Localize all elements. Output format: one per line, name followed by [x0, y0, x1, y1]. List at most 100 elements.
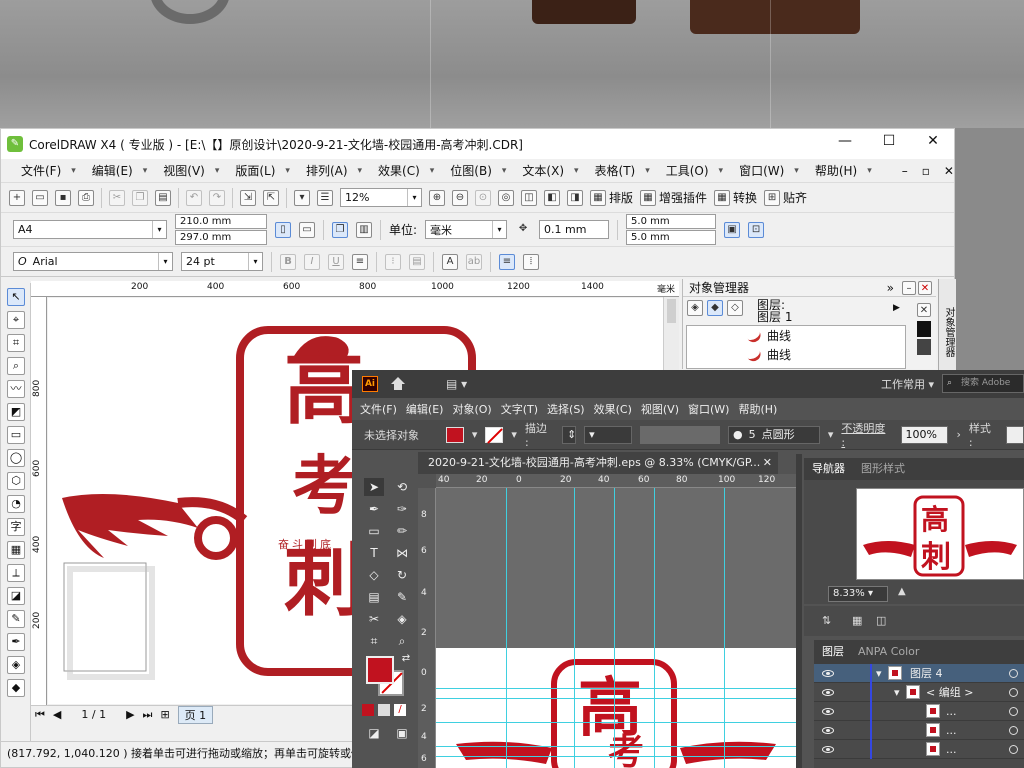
drop-cap-icon[interactable]: ▤ [409, 253, 425, 270]
black-swatch[interactable] [917, 321, 931, 337]
app-launcher-icon[interactable]: ▾ [294, 189, 310, 206]
arrange-documents-icon[interactable]: ▤ ▾ [446, 377, 467, 391]
font-family-select[interactable]: O Arial ▾ [13, 252, 173, 271]
zoom-width-icon[interactable]: ◧ [544, 189, 560, 206]
bullet-list-icon[interactable]: ⁝ [385, 253, 401, 270]
all-pages-icon[interactable]: ❐ [332, 221, 348, 238]
page-height-field[interactable]: 297.0 mm [175, 230, 267, 245]
first-page-icon[interactable]: ⏮ [35, 708, 45, 722]
current-page-icon[interactable]: ▥ [356, 221, 372, 238]
underline-icon[interactable]: U [328, 253, 344, 270]
blend-tool-icon[interactable]: ✂ [364, 610, 384, 628]
unit-select[interactable]: 毫米 ▾ [425, 220, 508, 239]
gradient-mode-icon[interactable] [378, 704, 390, 716]
treat-as-filled-icon[interactable]: ▣ [724, 221, 741, 238]
paste-icon[interactable]: ▤ [155, 189, 171, 206]
panel-icon[interactable]: ▦ [852, 614, 862, 627]
open-icon[interactable]: ▭ [32, 189, 48, 206]
rotate-tool-icon[interactable]: ↻ [392, 566, 412, 584]
menu-edit[interactable]: 编辑(E) [406, 401, 444, 417]
close-button[interactable]: ✕ [911, 133, 955, 149]
zoom-selected-icon[interactable]: ⊙ [475, 189, 491, 206]
ellipse-tool-icon[interactable]: ◯ [7, 449, 25, 467]
navigator-zoom-field[interactable]: 8.33% ▾ [828, 586, 888, 602]
menu-view[interactable]: 视图(V) [159, 162, 209, 179]
chevron-down-icon[interactable]: ▾ [492, 221, 506, 238]
landscape-icon[interactable]: ▭ [299, 221, 315, 238]
doc-close-icon[interactable]: ✕ [944, 164, 954, 178]
menu-window[interactable]: 窗口(W) [688, 401, 729, 417]
shape-builder-icon[interactable]: ◈ [392, 610, 412, 628]
page-size-select[interactable]: A4 ▾ [13, 220, 167, 239]
character-format-icon[interactable]: A [442, 253, 458, 270]
welcome-screen-icon[interactable]: ☰ [317, 189, 333, 206]
paintbrush-tool-icon[interactable]: ✏ [392, 522, 412, 540]
smart-fill-icon[interactable]: ◩ [7, 403, 25, 421]
add-page-icon[interactable]: ⊞ [160, 708, 169, 721]
opacity-label[interactable]: 不透明度 : [841, 420, 892, 449]
collapse-icon[interactable]: » [887, 281, 894, 295]
stroke-weight-field[interactable]: ▾ [584, 425, 633, 444]
reflect-tool-icon[interactable]: ⋈ [392, 544, 412, 562]
edit-text-icon[interactable]: ab [466, 253, 482, 270]
layer-row[interactable]: ▾ < 编组 > [814, 683, 1024, 702]
menu-object[interactable]: 对象(O) [452, 401, 491, 417]
copy-icon[interactable]: ❐ [132, 189, 148, 206]
chevron-down-icon[interactable]: ▾ [152, 221, 166, 238]
snap-button[interactable]: ⊞ 贴齐 [764, 189, 807, 206]
menu-bitmaps[interactable]: 位图(B) [446, 162, 496, 179]
layout-button[interactable]: ▦ 排版 [590, 189, 633, 206]
minimize-button[interactable]: — [823, 133, 867, 149]
gradient-tool-icon[interactable]: ▤ [364, 588, 384, 606]
maximize-button[interactable]: ☐ [867, 133, 911, 149]
show-properties-icon[interactable]: ◈ [687, 300, 703, 316]
list-item[interactable]: 曲线 [687, 345, 905, 364]
duplicate-x-field[interactable]: 5.0 mm [626, 214, 717, 229]
swap-colors-icon[interactable]: ⇄ [396, 650, 416, 668]
zoom-all-icon[interactable]: ◎ [498, 189, 514, 206]
plugin-button[interactable]: ▦ 增强插件 [640, 189, 707, 206]
menu-select[interactable]: 选择(S) [547, 401, 585, 417]
font-size-select[interactable]: 24 pt ▾ [181, 252, 263, 271]
variable-width-profile[interactable] [640, 425, 720, 444]
zoom-in-icon[interactable]: ⊕ [429, 189, 445, 206]
doc-restore-icon[interactable]: ▫ [922, 164, 930, 178]
panel-close-icon[interactable]: ✕ [918, 280, 932, 295]
menu-type[interactable]: 文字(T) [501, 401, 538, 417]
no-fill-swatch[interactable]: ✕ [917, 303, 931, 317]
page-width-field[interactable]: 210.0 mm [175, 214, 267, 229]
chevron-down-icon[interactable]: ▾ [407, 189, 421, 206]
crop-tool-icon[interactable]: ⌗ [7, 334, 25, 352]
draw-mode-icon[interactable]: ◪ [364, 724, 384, 742]
outline-tool-icon[interactable]: ✒ [7, 633, 25, 651]
menu-table[interactable]: 表格(T) [591, 162, 640, 179]
close-tab-icon[interactable]: ✕ [763, 452, 772, 474]
text-tool-icon[interactable]: 字 [7, 518, 25, 536]
target-circle-icon[interactable] [1009, 688, 1018, 697]
interactive-fill-icon[interactable]: ◆ [7, 679, 25, 697]
menu-help[interactable]: 帮助(H) [738, 401, 777, 417]
menu-file[interactable]: 文件(F) [17, 162, 65, 179]
fill-tool-icon[interactable]: ◈ [7, 656, 25, 674]
last-page-icon[interactable]: ⏭ [143, 708, 153, 722]
menu-help[interactable]: 帮助(H) [811, 162, 861, 179]
undo-icon[interactable]: ↶ [186, 189, 202, 206]
target-circle-icon[interactable] [1009, 745, 1018, 754]
portrait-icon[interactable]: ▯ [275, 221, 291, 238]
visibility-eye-icon[interactable] [822, 689, 834, 696]
menu-text[interactable]: 文本(X) [518, 162, 568, 179]
chevron-down-icon[interactable]: ▾ [472, 428, 478, 441]
draw-scaled-icon[interactable]: ⊡ [748, 221, 765, 238]
prev-page-icon[interactable]: ◀ [53, 708, 61, 721]
workspace-switcher[interactable]: 工作常用 ▾ [881, 376, 934, 392]
selection-tool-icon[interactable]: ➤ [364, 478, 384, 496]
list-item[interactable]: 曲线 [687, 326, 905, 345]
interactive-blend-icon[interactable]: ◪ [7, 587, 25, 605]
menu-view[interactable]: 视图(V) [641, 401, 679, 417]
bold-icon[interactable]: B [280, 253, 296, 270]
convert-button[interactable]: ▦ 转换 [714, 189, 757, 206]
target-circle-icon[interactable] [1009, 669, 1018, 678]
zoom-out-icon[interactable]: ⊖ [452, 189, 468, 206]
zoom-height-icon[interactable]: ◨ [567, 189, 583, 206]
page-tab[interactable]: 页 1 [177, 705, 214, 724]
